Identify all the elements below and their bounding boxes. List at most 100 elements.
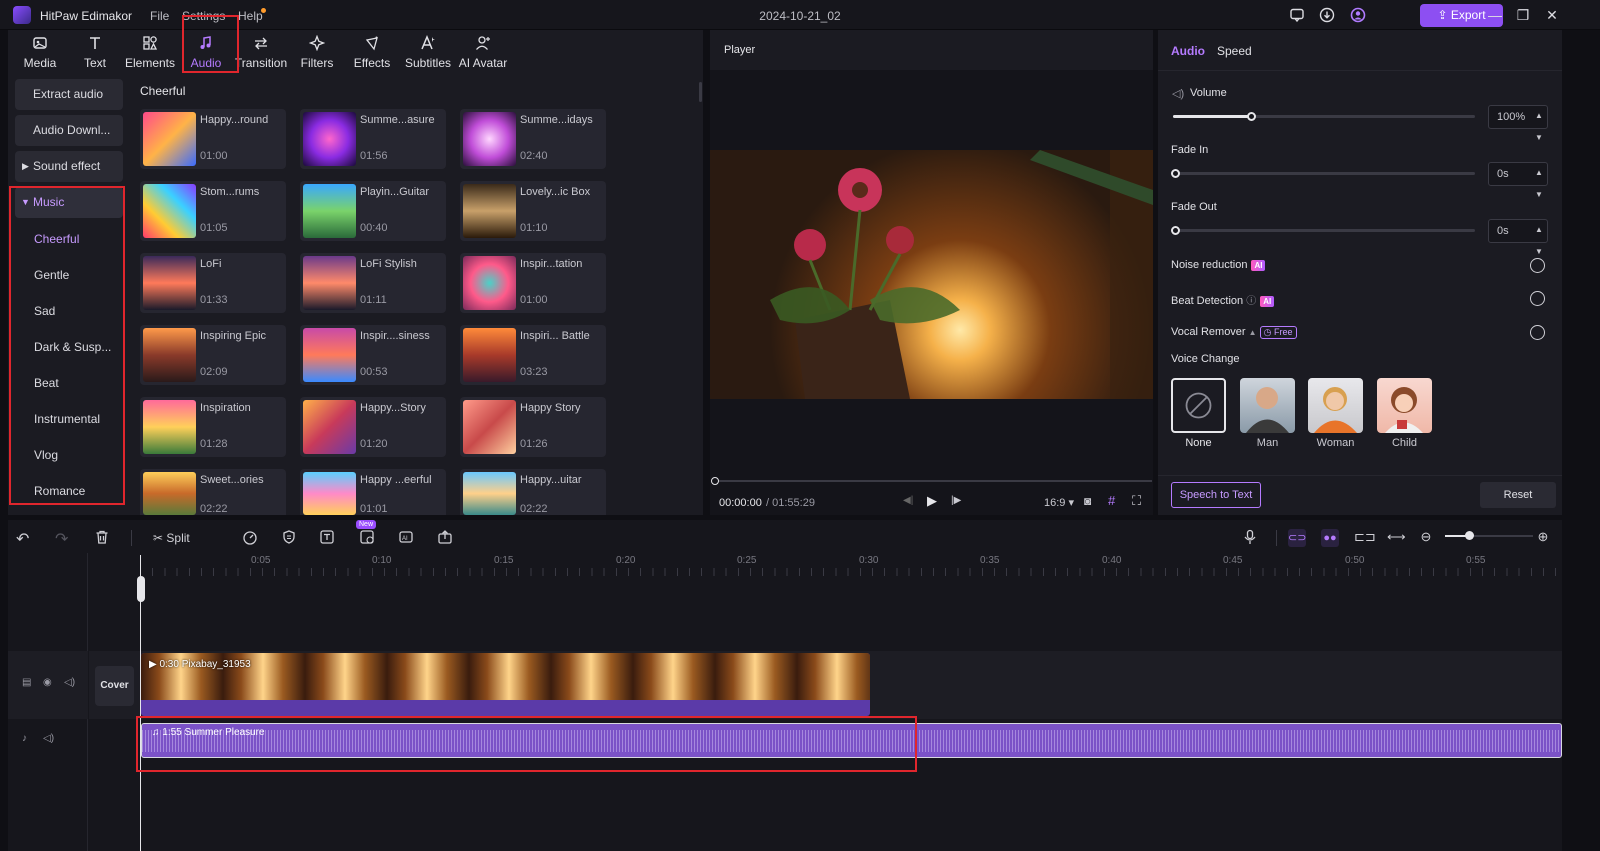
player-progress-track[interactable] [714,480,1152,482]
music-card[interactable]: Summe...asure 01:56 [300,109,446,169]
download-circle-icon[interactable] [1530,258,1545,273]
undo-icon[interactable]: ↶ [16,529,34,548]
speaker-icon[interactable]: ◁) [64,677,75,688]
fade-in-slider[interactable] [1171,169,1475,178]
volume-slider[interactable] [1173,112,1475,121]
music-card[interactable]: Summe...idays 02:40 [460,109,606,169]
account-icon[interactable] [1350,7,1366,23]
music-card[interactable]: Inspiri... Battle 03:23 [460,325,606,385]
subcat-sad[interactable]: Sad [34,304,55,318]
tab-text[interactable]: Text [67,30,123,74]
minimize-icon[interactable]: — [1487,7,1503,23]
split-button[interactable]: ✂ Split [153,529,213,547]
menu-file[interactable]: File [150,9,169,23]
voice-none[interactable] [1171,378,1226,433]
subcat-dark-suspense[interactable]: Dark & Susp... [34,340,111,354]
fade-in-input[interactable]: 0s ▲ ▼ [1488,162,1548,199]
cover-button[interactable]: Cover [95,666,134,706]
speed-icon[interactable] [242,529,260,547]
fit-width-icon[interactable]: ⟷ [1387,529,1406,547]
music-button[interactable]: ▼ Music [15,187,123,218]
menu-help[interactable]: Help [238,9,263,23]
tab-filters[interactable]: Filters [289,30,345,74]
fade-out-knob[interactable] [1171,226,1180,235]
music-card[interactable]: Playin...Guitar 00:40 [300,181,446,241]
restore-icon[interactable]: ❐ [1515,7,1531,23]
music-card[interactable]: Happy...Story 01:20 [300,397,446,457]
music-card[interactable]: Inspiring Epic 02:09 [140,325,286,385]
next-frame-icon[interactable]: |▶ [951,495,961,506]
video-clip[interactable]: ▶ 0:30 Pixabay_31953 [141,653,870,716]
tab-subtitles[interactable]: Subtitles [400,30,456,74]
music-card[interactable]: Happy...round 01:00 [140,109,286,169]
music-card[interactable]: Inspiration 01:28 [140,397,286,457]
fade-out-input[interactable]: 0s ▲ ▼ [1488,219,1548,256]
snapshot-icon[interactable]: ◙ [1084,494,1091,508]
ai-tool-icon[interactable] [359,529,377,547]
speech-to-text-button[interactable]: Speech to Text [1171,482,1261,508]
zoom-slider[interactable] [1445,531,1533,540]
subcat-beat[interactable]: Beat [34,376,59,390]
voice-woman[interactable] [1308,378,1363,433]
audio-download-button[interactable]: Audio Downl... [15,115,123,146]
tab-audio-settings[interactable]: Audio [1171,44,1205,58]
export-frame-icon[interactable] [437,529,455,547]
tab-transition[interactable]: Transition [233,30,289,74]
tab-ai-avatar[interactable]: AI Avatar [455,30,511,74]
tab-elements[interactable]: Elements [122,30,178,74]
volume-slider-knob[interactable] [1246,112,1256,121]
download-circle-icon[interactable] [1530,291,1545,306]
tab-audio[interactable]: Audio [178,30,234,74]
zoom-slider-knob[interactable] [1465,531,1474,540]
volume-input[interactable]: 100% ▲ ▼ [1488,105,1548,142]
subcat-romance[interactable]: Romance [34,484,85,498]
subcat-vlog[interactable]: Vlog [34,448,58,462]
menu-settings[interactable]: Settings [182,9,225,23]
shield-icon[interactable] [281,529,299,547]
music-card[interactable]: Happy Story 01:26 [460,397,606,457]
info-icon[interactable]: ⓘ [1246,296,1256,307]
music-card[interactable]: Happy...uitar 02:22 [460,469,606,515]
library-scrollbar[interactable] [699,82,702,102]
music-card[interactable]: Inspir...tation 01:00 [460,253,606,313]
voice-child[interactable] [1377,378,1432,433]
subcat-gentle[interactable]: Gentle [34,268,69,282]
tab-media[interactable]: Media [12,30,68,74]
zoom-in-icon[interactable]: ⊕ [1534,529,1552,547]
fullscreen-icon[interactable]: ⛶ [1132,493,1141,509]
grid-icon[interactable]: # [1108,493,1115,508]
microphone-icon[interactable] [1242,529,1260,547]
download-circle-icon[interactable] [1530,325,1545,340]
reset-button[interactable]: Reset [1480,482,1556,508]
audio-clip[interactable]: ♫ 1:55 Summer Pleasure [141,723,1562,758]
magnet-icon[interactable]: ●● [1321,529,1339,547]
prev-frame-icon[interactable]: ◀| [903,495,913,506]
subcat-cheerful[interactable]: Cheerful [34,232,79,246]
music-card[interactable]: Stom...rums 01:05 [140,181,286,241]
feedback-icon[interactable] [1289,7,1305,23]
music-card[interactable]: Inspir....siness 00:53 [300,325,446,385]
music-card[interactable]: LoFi 01:33 [140,253,286,313]
zoom-out-icon[interactable]: ⊖ [1417,529,1435,547]
sound-effect-button[interactable]: ▶ Sound effect [15,151,123,182]
lock-icon[interactable]: ▤ [22,677,31,688]
aspect-ratio-select[interactable]: 16:9 ▾ [1044,496,1074,509]
stepper-icon[interactable]: ▲ ▼ [1535,162,1543,206]
tab-effects[interactable]: Effects [344,30,400,74]
tab-speed[interactable]: Speed [1217,44,1252,58]
delete-icon[interactable] [94,529,112,547]
stepper-icon[interactable]: ▲ ▼ [1535,105,1543,149]
music-card[interactable]: LoFi Stylish 01:11 [300,253,446,313]
playhead-handle[interactable] [137,576,145,602]
voice-man[interactable] [1240,378,1295,433]
text-box-icon[interactable] [319,529,337,547]
split-track-icon[interactable]: ⊏⊐ [1354,529,1376,547]
music-card[interactable]: Happy ...eerful 01:01 [300,469,446,515]
extract-audio-button[interactable]: Extract audio [15,79,123,110]
subcat-instrumental[interactable]: Instrumental [34,412,100,426]
music-card[interactable]: Sweet...ories 02:22 [140,469,286,515]
music-card[interactable]: Lovely...ic Box 01:10 [460,181,606,241]
download-icon[interactable] [1319,7,1335,23]
ai-caption-icon[interactable]: AI [398,529,416,547]
timeline-ruler[interactable] [140,568,1560,576]
